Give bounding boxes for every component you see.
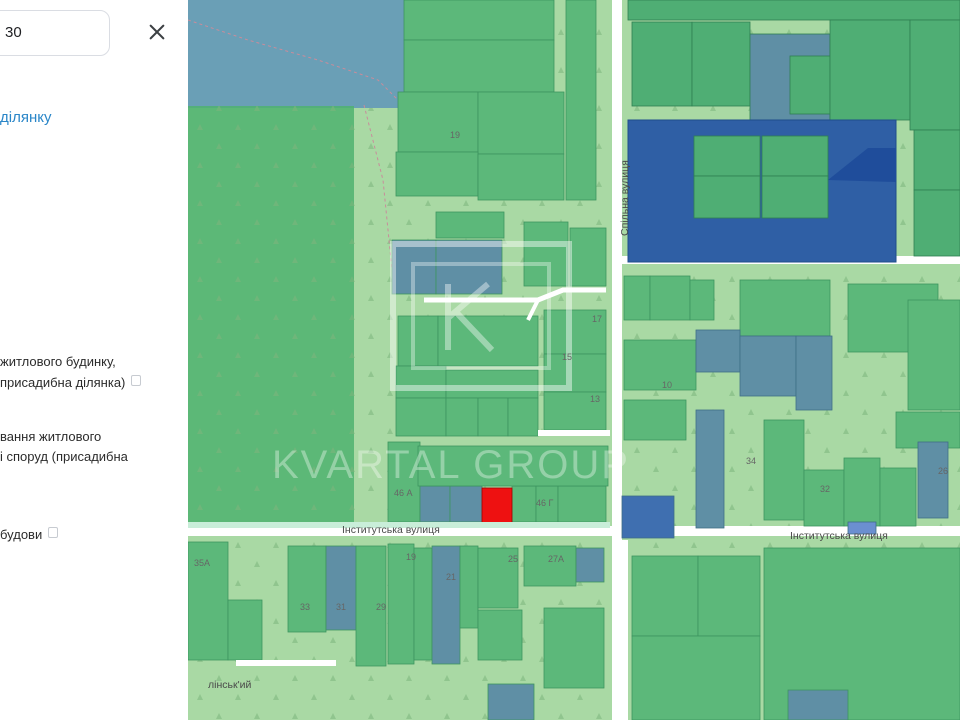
purpose-line-5: будови [0, 525, 59, 545]
house-number: 26 [938, 466, 948, 476]
house-number: 29 [376, 602, 386, 612]
house-number: 15 [562, 352, 572, 362]
purpose-line-1: житлового будинку, [0, 354, 116, 369]
purpose-line-4: і споруд (присадибна [0, 449, 128, 464]
house-number: 32 [820, 484, 830, 494]
house-number: 21 [446, 572, 456, 582]
street-label-institutska-left: Інститутська вулиця [342, 524, 440, 536]
info-panel: 30 ділянку житлового будинку, присадибна… [0, 0, 188, 720]
house-number: 33 [300, 602, 310, 612]
plot-link[interactable]: ділянку [0, 109, 51, 126]
house-number: 46 Г [536, 498, 554, 508]
house-number: 46 А [394, 488, 413, 498]
selected-parcel[interactable] [481, 487, 513, 527]
house-number: 17 [592, 314, 602, 324]
purpose-line-5-text: будови [0, 527, 43, 542]
house-number: 25 [508, 554, 518, 564]
house-number: 34 [746, 456, 756, 466]
close-icon[interactable] [144, 20, 170, 46]
house-number: 27А [548, 554, 564, 564]
street-label-small: лінськ'ий [208, 679, 251, 691]
purpose-line-2: присадибна ділянка) [0, 373, 142, 393]
street-label-vertical: Спільна вулиця [619, 160, 631, 236]
road-vertical [612, 0, 622, 720]
street-label-institutska-right: Інститутська вулиця [790, 530, 888, 542]
house-number: 35А [194, 558, 210, 568]
cadastral-map[interactable]: KVARTAL GROUP Інститутська вулиця Інстит… [188, 0, 960, 720]
house-number: 13 [590, 394, 600, 404]
search-input[interactable]: 30 [0, 10, 110, 56]
purpose-line-3: вання житлового [0, 429, 102, 444]
house-number: 31 [336, 602, 346, 612]
house-number: 19 [450, 130, 460, 140]
copy-icon[interactable] [48, 527, 59, 538]
search-value: 30 [5, 24, 22, 41]
watermark-text: KVARTAL GROUP [272, 443, 630, 487]
copy-icon[interactable] [131, 375, 142, 386]
purpose-line-2-text: присадибна ділянка) [0, 375, 126, 390]
house-number: 10 [662, 380, 672, 390]
house-number: 19 [406, 552, 416, 562]
